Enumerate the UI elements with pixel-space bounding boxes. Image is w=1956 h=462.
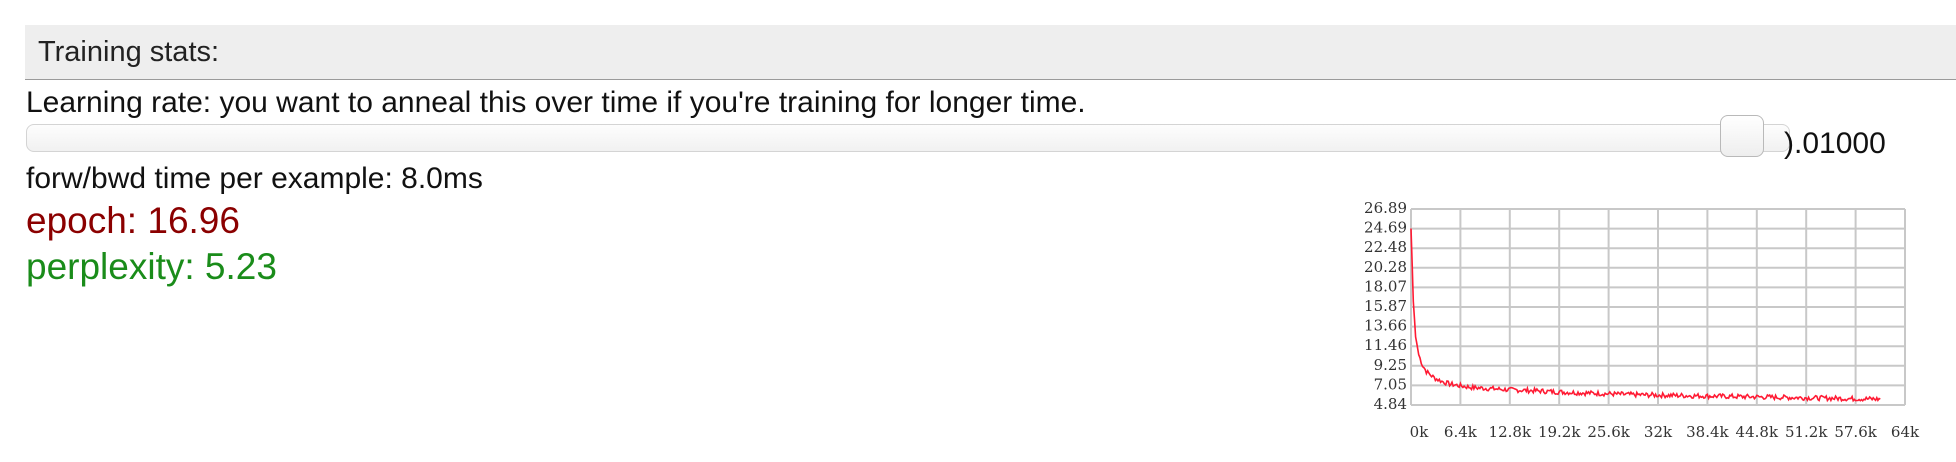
- section-title: Training stats:: [38, 36, 220, 68]
- perplexity-chart: 26.89 24.6922.48 20.2818.07 15.87 13.6611.46…: [1364, 199, 1920, 441]
- chart-y-tick-label: 9.25: [1374, 356, 1407, 374]
- chart-series-line: [1410, 228, 1881, 403]
- chart-y-tick-label: 24.69: [1364, 219, 1407, 237]
- chart-x-tick-label: 51.2k: [1785, 423, 1828, 441]
- chart-x-tick-label: 25.6k: [1587, 423, 1630, 441]
- chart-x-tick-label: 32k: [1644, 423, 1673, 441]
- chart-y-tick-label: 11.46: [1364, 336, 1407, 354]
- chart-x-tick-label: 57.6k: [1834, 423, 1877, 441]
- perplexity-stat: perplexity: 5.23: [26, 246, 277, 287]
- chart-y-tick-label: 4.84: [1374, 395, 1407, 413]
- chart-y-tick-label: 20.28: [1364, 258, 1407, 276]
- epoch-stat: epoch: 16.96: [26, 200, 240, 241]
- chart-x-tick-label: 64k: [1891, 423, 1920, 441]
- chart-y-tick-label: 7.05: [1374, 375, 1407, 393]
- learning-rate-value: ).01000: [1784, 127, 1886, 160]
- learning-rate-slider-track[interactable]: [26, 124, 1790, 152]
- learning-rate-description: Learning rate: you want to anneal this o…: [26, 86, 1086, 119]
- timing-stat: forw/bwd time per example: 8.0ms: [26, 162, 483, 195]
- chart-x-tick-label: 12.8k: [1489, 423, 1532, 441]
- chart-y-tick-label: 13.66: [1364, 317, 1407, 335]
- chart-x-tick-label: 6.4k: [1444, 423, 1478, 441]
- chart-y-tick-label: 26.89: [1364, 199, 1407, 217]
- chart-x-tick-label: 19.2k: [1538, 423, 1581, 441]
- training-stats-header: Training stats:: [25, 25, 1956, 80]
- chart-y-tick-label: 18.07: [1364, 277, 1407, 295]
- learning-rate-slider-thumb[interactable]: [1720, 115, 1765, 157]
- chart-x-tick-label: 0k: [1410, 423, 1430, 441]
- chart-x-tick-label: 44.8k: [1736, 423, 1779, 441]
- chart-x-tick-label: 38.4k: [1686, 423, 1729, 441]
- chart-y-tick-label: 22.48: [1364, 238, 1407, 256]
- chart-y-tick-label: 15.87: [1364, 297, 1407, 315]
